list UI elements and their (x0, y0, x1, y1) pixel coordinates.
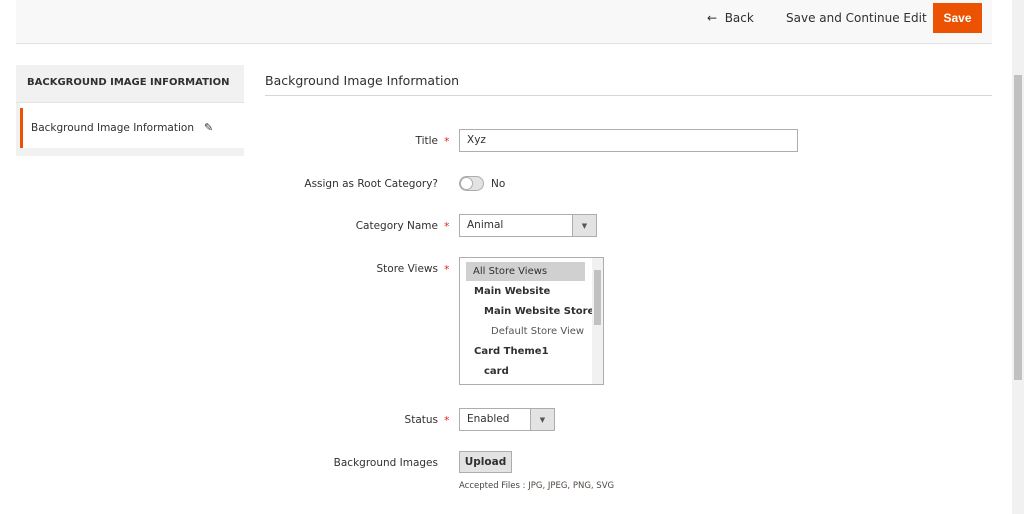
root-category-label: Assign as Root Category? (304, 178, 438, 190)
title-label: Title (415, 135, 438, 147)
chevron-down-icon: ▼ (530, 409, 554, 430)
root-category-toggle[interactable] (459, 176, 484, 191)
required-mark: * (444, 263, 450, 276)
sidebar-item-background-image-information[interactable]: Background Image Information ✎ (20, 108, 244, 148)
option-main-website[interactable]: Main Website (474, 286, 550, 297)
store-views-multiselect[interactable]: All Store Views Main Website Main Websit… (459, 257, 604, 385)
required-mark: * (444, 414, 450, 427)
category-name-label: Category Name (355, 220, 438, 232)
upload-button[interactable]: Upload (459, 451, 512, 473)
back-button[interactable]: ← Back (707, 11, 754, 25)
status-label: Status (404, 414, 438, 426)
section-divider (265, 95, 992, 96)
chevron-down-icon: ▼ (572, 215, 596, 236)
store-views-label: Store Views (376, 263, 438, 275)
sidebar-footer (16, 148, 244, 156)
option-all-store-views[interactable]: All Store Views (473, 266, 547, 277)
title-input[interactable]: Xyz (459, 129, 798, 152)
pencil-icon: ✎ (204, 121, 214, 134)
sidebar-heading: BACKGROUND IMAGE INFORMATION (16, 65, 244, 103)
status-select[interactable]: Enabled ▼ (459, 408, 555, 431)
multiselect-scroll-thumb[interactable] (594, 270, 601, 325)
required-mark: * (444, 220, 450, 233)
background-images-label: Background Images (333, 457, 438, 469)
toggle-knob (460, 177, 473, 190)
arrow-left-icon: ← (707, 11, 718, 25)
category-name-select[interactable]: Animal ▼ (459, 214, 597, 237)
required-mark: * (444, 135, 450, 148)
multiselect-scrollbar[interactable] (592, 258, 603, 384)
save-button[interactable]: Save (933, 3, 982, 33)
scrollbar-thumb[interactable] (1014, 75, 1022, 380)
option-card-theme1[interactable]: Card Theme1 (474, 346, 549, 357)
accepted-files-note: Accepted Files : JPG, JPEG, PNG, SVG (459, 481, 615, 491)
save-and-continue-button[interactable]: Save and Continue Edit (786, 11, 927, 25)
option-card[interactable]: card (484, 366, 509, 377)
option-default-store-view[interactable]: Default Store View (491, 326, 584, 337)
section-title: Background Image Information (265, 73, 460, 88)
option-main-website-store[interactable]: Main Website Store (484, 306, 594, 317)
root-category-value: No (491, 178, 506, 190)
